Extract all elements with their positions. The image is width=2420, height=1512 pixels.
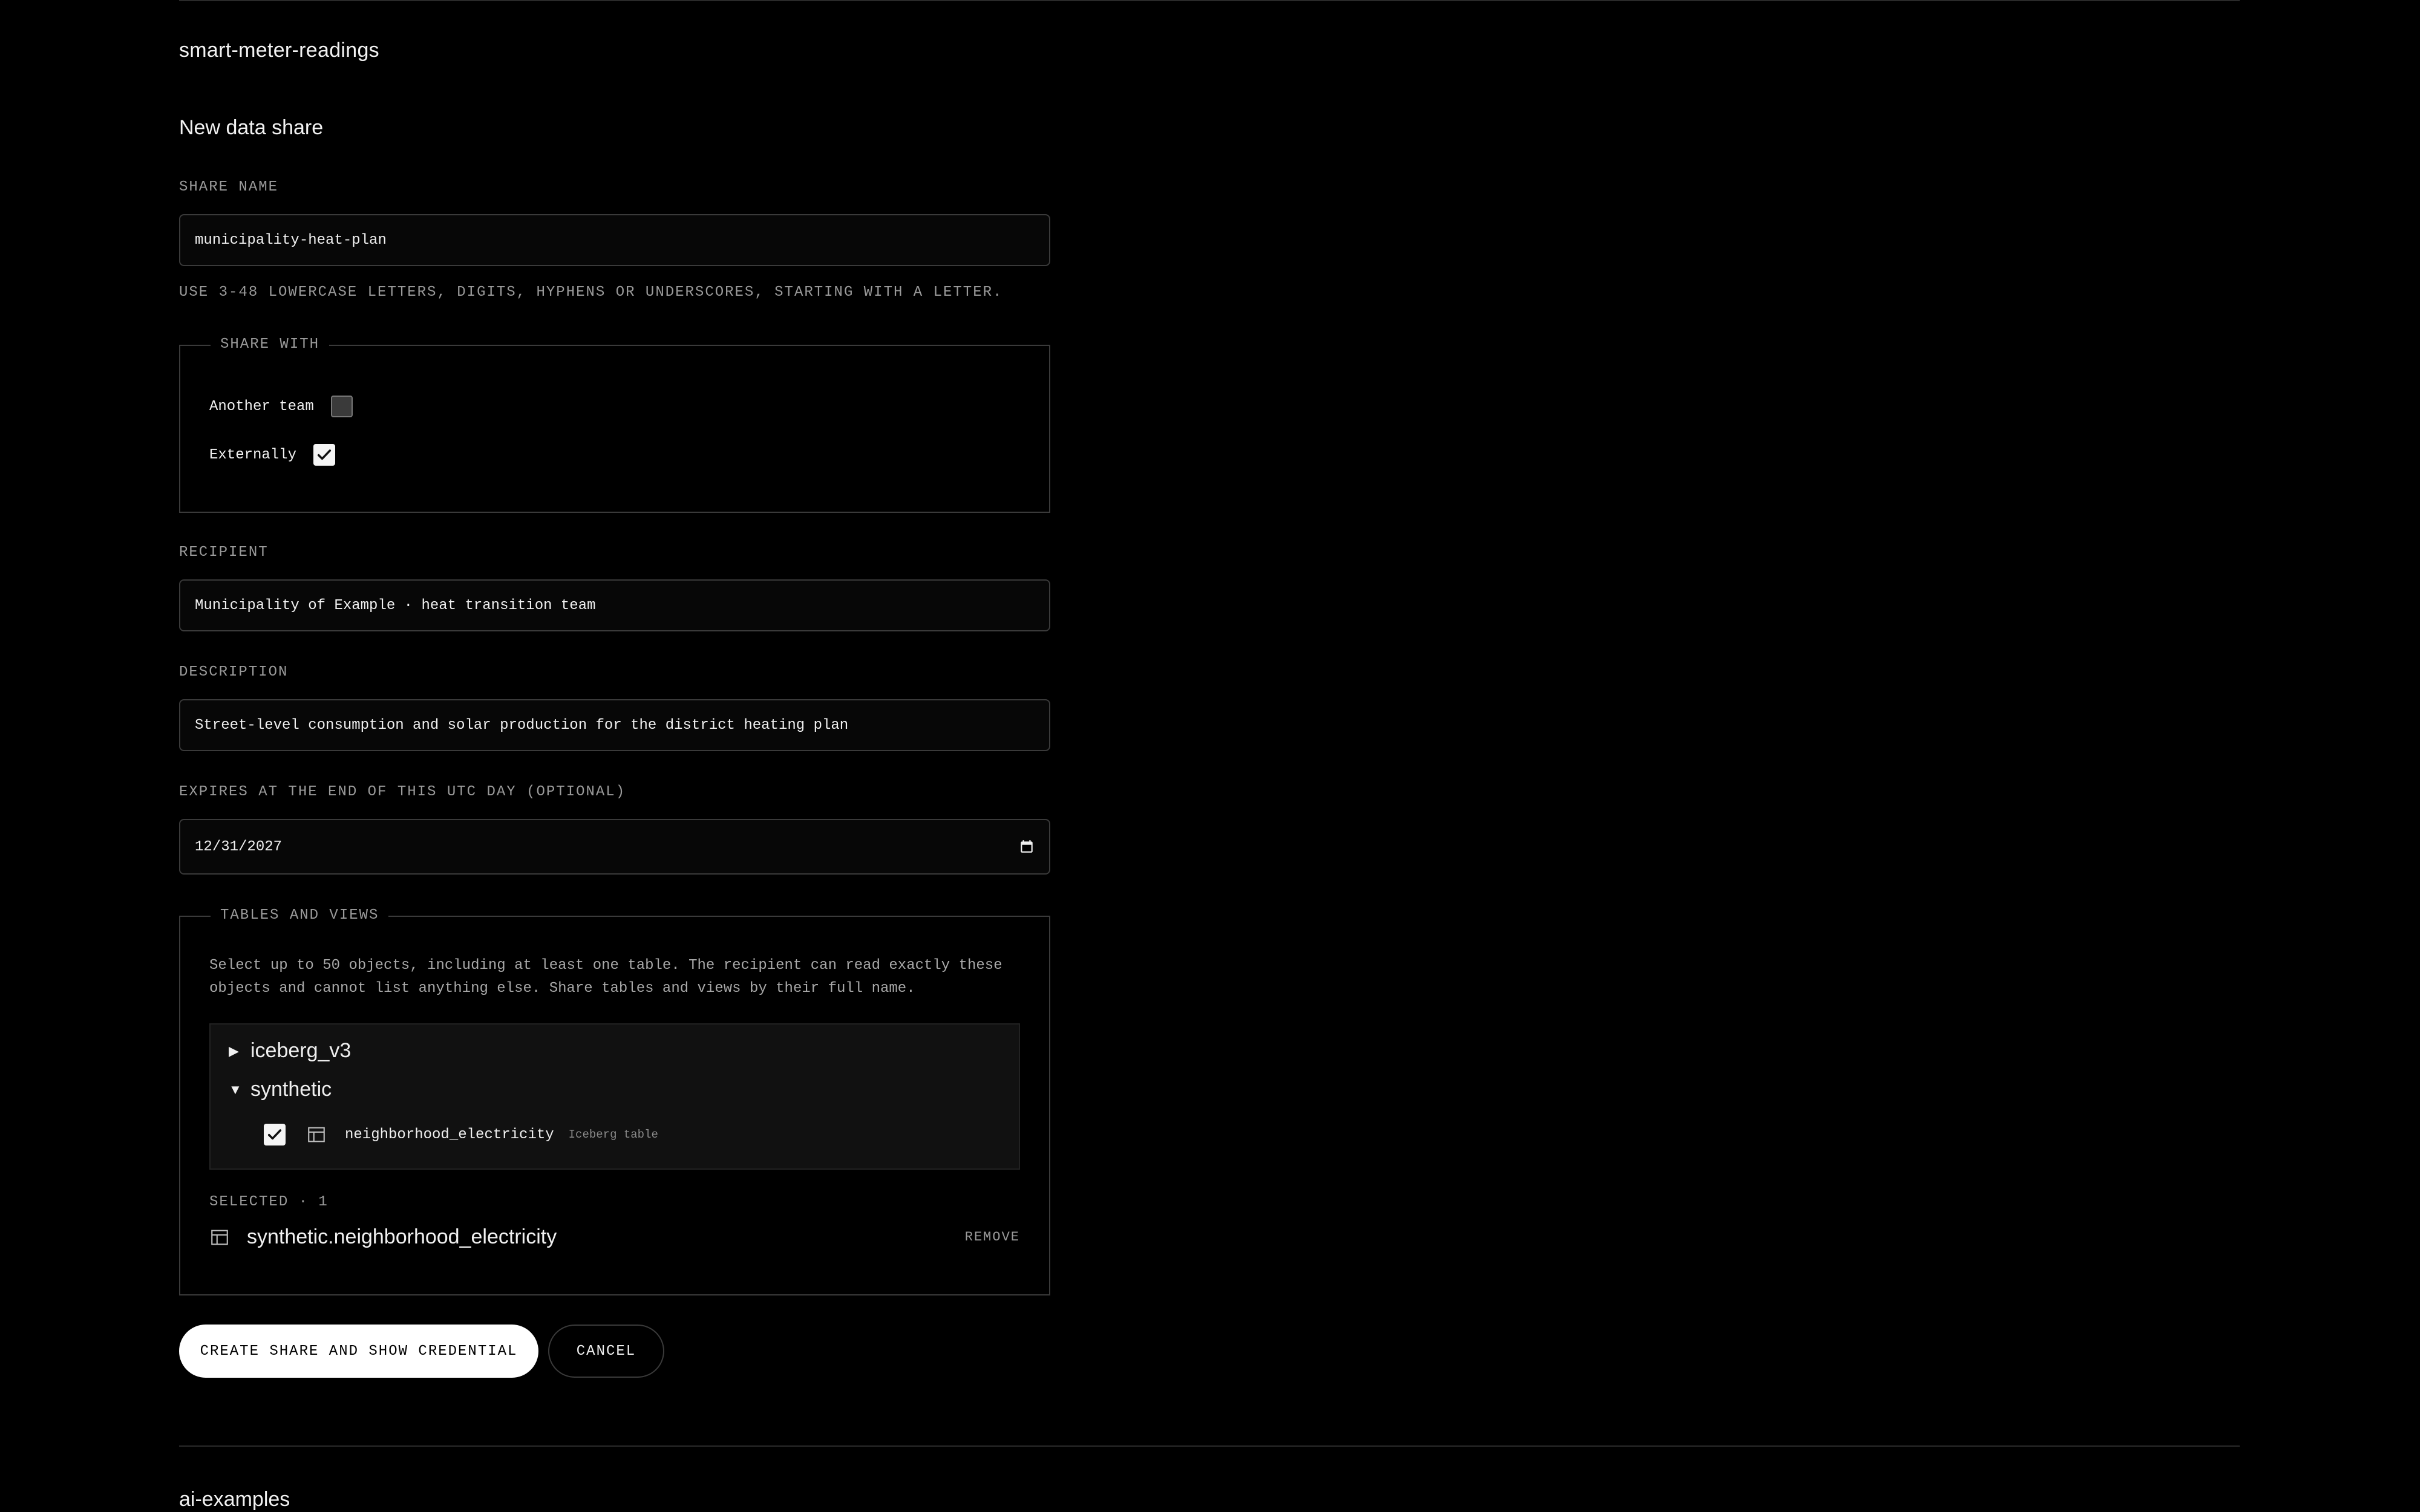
checkmark-icon [267, 1129, 282, 1140]
next-project-title: ai-examples [179, 1488, 290, 1511]
tree-node-label: iceberg_v3 [250, 1039, 352, 1062]
selected-item-name: synthetic.neighborhood_electricity [247, 1225, 557, 1248]
share-name-input[interactable]: municipality-heat-plan [179, 214, 1050, 266]
recipient-input[interactable]: Municipality of Example · heat transitio… [179, 579, 1050, 631]
recipient-value: Municipality of Example · heat transitio… [195, 597, 596, 614]
tree-node-synthetic[interactable]: ▼ synthetic [229, 1078, 332, 1101]
share-name-hint: USE 3-48 LOWERCASE LETTERS, DIGITS, HYPH… [179, 284, 1003, 301]
another-team-label: Another team [209, 398, 314, 415]
top-divider [179, 0, 2240, 1]
project-title: smart-meter-readings [179, 39, 379, 62]
leaf-label: neighborhood_electricity [345, 1126, 554, 1143]
selected-count: SELECTED · 1 [209, 1194, 329, 1210]
tree-node-label: synthetic [250, 1078, 332, 1101]
expires-date-input[interactable]: 12/31/2027 [179, 819, 1050, 875]
share-with-legend: SHARE WITH [211, 336, 330, 353]
tree-leaf-neighborhood-electricity[interactable]: neighborhood_electricity Iceberg table [264, 1124, 658, 1145]
table-icon [211, 1230, 228, 1245]
tree-node-iceberg-v3[interactable]: ▶ iceberg_v3 [229, 1039, 351, 1063]
page: smart-meter-readings New data share SHAR… [0, 0, 2420, 1512]
table-icon [308, 1127, 325, 1142]
calendar-icon[interactable] [1019, 839, 1035, 855]
share-name-label: SHARE NAME [179, 179, 279, 195]
cancel-button[interactable]: CANCEL [548, 1325, 664, 1378]
expires-value: 12/31/2027 [195, 838, 283, 855]
bottom-divider [179, 1445, 2240, 1447]
description-input[interactable]: Street-level consumption and solar produ… [179, 699, 1050, 751]
neighborhood-electricity-checkbox[interactable] [264, 1124, 286, 1145]
object-type-tag: Iceberg table [568, 1128, 658, 1141]
remove-button[interactable]: REMOVE [965, 1230, 1020, 1245]
selected-item: synthetic.neighborhood_electricity REMOV… [209, 1225, 1020, 1249]
externally-checkbox[interactable] [313, 444, 336, 466]
form-title: New data share [179, 116, 324, 139]
share-with-another-team[interactable]: Another team [209, 396, 353, 417]
share-with-fieldset: SHARE WITH Another team Externally [179, 336, 1050, 513]
share-with-externally[interactable]: Externally [209, 444, 336, 466]
checkmark-icon [317, 449, 332, 460]
triangle-right-icon[interactable]: ▶ [229, 1043, 250, 1059]
tables-fieldset: TABLES AND VIEWS Select up to 50 objects… [179, 907, 1050, 1295]
object-tree: ▶ iceberg_v3 ▼ synthetic neighborhood_el… [209, 1023, 1020, 1170]
create-share-button[interactable]: CREATE SHARE AND SHOW CREDENTIAL [179, 1325, 538, 1378]
description-value: Street-level consumption and solar produ… [195, 717, 849, 734]
externally-label: Externally [209, 446, 297, 463]
triangle-down-icon[interactable]: ▼ [229, 1082, 250, 1098]
another-team-checkbox[interactable] [330, 396, 353, 417]
share-name-value: municipality-heat-plan [195, 232, 387, 249]
description-label: DESCRIPTION [179, 664, 289, 680]
tables-description: Select up to 50 objects, including at le… [209, 957, 1002, 997]
recipient-label: RECIPIENT [179, 544, 269, 561]
expires-label: EXPIRES AT THE END OF THIS UTC DAY (OPTI… [179, 784, 626, 800]
tables-legend: TABLES AND VIEWS [211, 907, 389, 924]
